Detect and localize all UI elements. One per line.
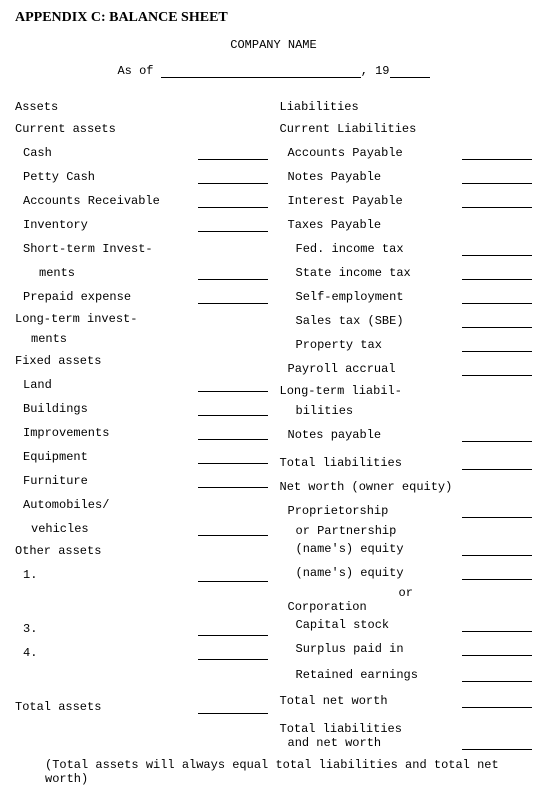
land-label: Land xyxy=(15,378,198,392)
lti-label-1: Long-term invest- xyxy=(15,312,268,326)
partnership-label: or Partnership xyxy=(280,524,533,538)
total-assets-amount[interactable] xyxy=(198,701,268,714)
name-equity-2-label: (name's) equity xyxy=(280,566,463,580)
payroll-amount[interactable] xyxy=(462,363,532,376)
sti-label-2: ments xyxy=(15,266,198,280)
assets-column: Assets Current assets Cash Petty Cash Ac… xyxy=(15,92,268,756)
fed-tax-label: Fed. income tax xyxy=(280,242,463,256)
ap-label: Accounts Payable xyxy=(280,146,463,160)
corporation-label: Corporation xyxy=(280,600,533,614)
other-assets-heading: Other assets xyxy=(15,544,268,558)
total-assets-label: Total assets xyxy=(15,700,198,714)
furniture-amount[interactable] xyxy=(198,475,268,488)
total-net-worth-label: Total net worth xyxy=(280,694,463,708)
surplus-amount[interactable] xyxy=(462,643,532,656)
current-liabilities-heading: Current Liabilities xyxy=(280,122,533,136)
appendix-title: APPENDIX C: BALANCE SHEET xyxy=(15,10,532,26)
tlnw-label-1: Total liabilities xyxy=(280,722,459,736)
total-liabilities-amount[interactable] xyxy=(462,457,532,470)
other-3-label: 3. xyxy=(15,622,198,636)
name-equity-1-amount[interactable] xyxy=(462,543,532,556)
equipment-label: Equipment xyxy=(15,450,198,464)
equipment-amount[interactable] xyxy=(198,451,268,464)
self-tax-amount[interactable] xyxy=(462,291,532,304)
furniture-label: Furniture xyxy=(15,474,198,488)
other-1-label: 1. xyxy=(15,568,198,582)
cash-amount[interactable] xyxy=(198,147,268,160)
year-prefix: , 19 xyxy=(361,64,390,78)
ltl-label-1: Long-term liabil- xyxy=(280,384,533,398)
assets-heading: Assets xyxy=(15,100,268,114)
capital-stock-amount[interactable] xyxy=(462,619,532,632)
current-assets-heading: Current assets xyxy=(15,122,268,136)
property-tax-label: Property tax xyxy=(280,338,463,352)
liabilities-column: Liabilities Current Liabilities Accounts… xyxy=(280,92,533,756)
fixed-assets-heading: Fixed assets xyxy=(15,354,268,368)
state-tax-amount[interactable] xyxy=(462,267,532,280)
auto-label-1: Automobiles/ xyxy=(15,498,268,512)
auto-label-2: vehicles xyxy=(15,522,198,536)
footnote: (Total assets will always equal total li… xyxy=(15,758,532,786)
name-equity-1-label: (name's) equity xyxy=(280,542,463,556)
liabilities-heading: Liabilities xyxy=(280,100,533,114)
lti-label-2: ments xyxy=(15,332,268,346)
surplus-label: Surplus paid in xyxy=(280,642,463,656)
ip-label: Interest Payable xyxy=(280,194,463,208)
as-of-line: As of , 19 xyxy=(15,64,532,78)
name-equity-2-amount[interactable] xyxy=(462,567,532,580)
land-amount[interactable] xyxy=(198,379,268,392)
improvements-amount[interactable] xyxy=(198,427,268,440)
tlnw-label-2: and net worth xyxy=(280,736,459,750)
or-label: or xyxy=(280,586,533,600)
other-4-label: 4. xyxy=(15,646,198,660)
ip-amount[interactable] xyxy=(462,195,532,208)
proprietorship-label: Proprietorship xyxy=(280,504,463,518)
property-tax-amount[interactable] xyxy=(462,339,532,352)
proprietorship-amount[interactable] xyxy=(462,505,532,518)
buildings-label: Buildings xyxy=(15,402,198,416)
date-field[interactable] xyxy=(161,77,361,78)
payroll-label: Payroll accrual xyxy=(280,362,463,376)
np2-amount[interactable] xyxy=(462,429,532,442)
self-tax-label: Self-employment xyxy=(280,290,463,304)
ar-amount[interactable] xyxy=(198,195,268,208)
auto-amount[interactable] xyxy=(198,523,268,536)
retained-earnings-amount[interactable] xyxy=(462,669,532,682)
other-1-amount[interactable] xyxy=(198,569,268,582)
taxes-label: Taxes Payable xyxy=(280,218,533,232)
cash-label: Cash xyxy=(15,146,198,160)
prepaid-amount[interactable] xyxy=(198,291,268,304)
inventory-amount[interactable] xyxy=(198,219,268,232)
as-of-label: As of xyxy=(117,64,153,78)
buildings-amount[interactable] xyxy=(198,403,268,416)
np-label: Notes Payable xyxy=(280,170,463,184)
petty-cash-label: Petty Cash xyxy=(15,170,198,184)
np-amount[interactable] xyxy=(462,171,532,184)
inventory-label: Inventory xyxy=(15,218,198,232)
fed-tax-amount[interactable] xyxy=(462,243,532,256)
other-4-amount[interactable] xyxy=(198,647,268,660)
state-tax-label: State income tax xyxy=(280,266,463,280)
prepaid-label: Prepaid expense xyxy=(15,290,198,304)
sti-label-1: Short-term Invest- xyxy=(15,242,268,256)
sales-tax-label: Sales tax (SBE) xyxy=(280,314,463,328)
sales-tax-amount[interactable] xyxy=(462,315,532,328)
total-net-worth-amount[interactable] xyxy=(462,695,532,708)
net-worth-heading: Net worth (owner equity) xyxy=(280,480,533,494)
ltl-label-2: bilities xyxy=(280,404,533,418)
ar-label: Accounts Receivable xyxy=(15,194,198,208)
other-3-amount[interactable] xyxy=(198,623,268,636)
company-name: COMPANY NAME xyxy=(15,38,532,52)
retained-earnings-label: Retained earnings xyxy=(280,668,463,682)
ap-amount[interactable] xyxy=(462,147,532,160)
sti-amount[interactable] xyxy=(198,267,268,280)
tlnw-amount[interactable] xyxy=(462,737,532,750)
improvements-label: Improvements xyxy=(15,426,198,440)
year-field[interactable] xyxy=(390,77,430,78)
total-liabilities-label: Total liabilities xyxy=(280,456,463,470)
petty-cash-amount[interactable] xyxy=(198,171,268,184)
np2-label: Notes payable xyxy=(280,428,463,442)
capital-stock-label: Capital stock xyxy=(280,618,463,632)
